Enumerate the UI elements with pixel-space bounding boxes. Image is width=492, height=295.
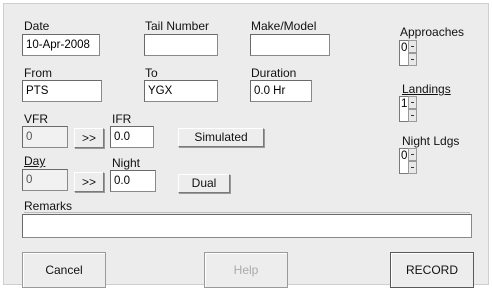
simulated-button[interactable]: Simulated — [178, 128, 264, 147]
ifr-field[interactable]: 0.0 — [110, 126, 154, 148]
landings-stepper[interactable]: 1 — [399, 96, 417, 122]
night-ldgs-label: Night Ldgs — [402, 134, 460, 148]
landings-label: Landings — [402, 82, 451, 96]
to-label: To — [145, 66, 158, 80]
day-label: Day — [24, 154, 46, 168]
tail-number-label: Tail Number — [145, 19, 210, 33]
tail-number-field[interactable] — [144, 34, 218, 56]
approaches-up-arrow-icon[interactable] — [408, 40, 417, 53]
flight-entry-form: Date 10-Apr-2008 Tail Number Make/Model … — [3, 3, 489, 288]
vfr-field[interactable]: 0 — [22, 126, 68, 148]
duration-label: Duration — [251, 66, 297, 80]
night-label: Night — [112, 156, 141, 170]
from-label: From — [24, 66, 52, 80]
cancel-button[interactable]: Cancel — [22, 252, 106, 288]
vfr-transfer-button[interactable]: >> — [74, 128, 104, 148]
night-ldgs-up-arrow-icon[interactable] — [408, 148, 417, 161]
record-button[interactable]: RECORD — [390, 252, 474, 288]
day-transfer-button[interactable]: >> — [74, 172, 104, 192]
make-model-field[interactable] — [250, 34, 330, 56]
from-field[interactable]: PTS — [22, 80, 102, 102]
make-model-label: Make/Model — [251, 19, 317, 33]
ifr-label: IFR — [112, 112, 132, 126]
night-field[interactable]: 0.0 — [110, 170, 156, 192]
duration-field[interactable]: 0.0 Hr — [250, 80, 312, 102]
dual-button[interactable]: Dual — [178, 174, 230, 193]
night-ldgs-down-arrow-icon[interactable] — [408, 161, 417, 174]
date-label: Date — [24, 19, 50, 33]
night-ldgs-stepper[interactable]: 0 — [399, 148, 417, 174]
remarks-divider — [24, 212, 470, 213]
vfr-label: VFR — [24, 112, 48, 126]
help-button[interactable]: Help — [204, 252, 288, 288]
remarks-field[interactable] — [22, 214, 472, 238]
approaches-stepper[interactable]: 0 — [399, 40, 417, 66]
date-field[interactable]: 10-Apr-2008 — [22, 34, 100, 56]
landings-up-arrow-icon[interactable] — [408, 96, 417, 109]
approaches-label: Approaches — [400, 25, 465, 39]
to-field[interactable]: YGX — [144, 80, 218, 102]
day-field[interactable]: 0 — [22, 169, 68, 191]
landings-down-arrow-icon[interactable] — [408, 109, 417, 122]
approaches-down-arrow-icon[interactable] — [408, 53, 417, 66]
